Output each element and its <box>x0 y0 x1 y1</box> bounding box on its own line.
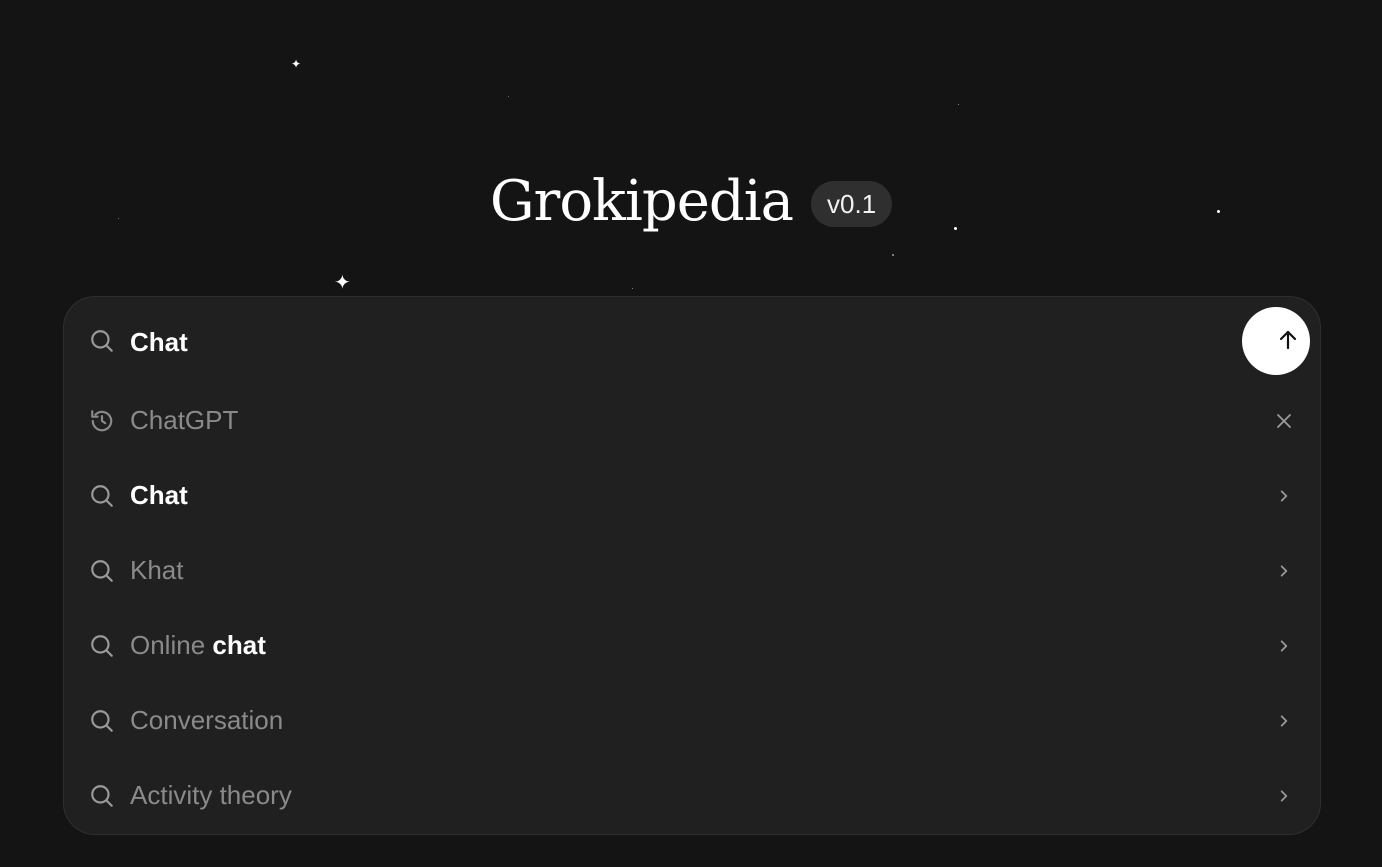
search-icon <box>88 327 116 355</box>
sparkle-icon: ✦ <box>334 270 351 294</box>
search-icon <box>88 632 116 660</box>
suggestion-item[interactable]: Conversation <box>64 683 1320 758</box>
search-icon <box>88 707 116 735</box>
chevron-right-icon <box>1272 559 1296 583</box>
suggestion-label: Online chat <box>130 630 266 660</box>
suggestion-label: Khat <box>130 555 184 585</box>
suggestion-label: ChatGPT <box>130 405 239 435</box>
chevron-right-icon <box>1272 634 1296 658</box>
suggestion-item[interactable]: Khat <box>64 533 1320 608</box>
star-dot <box>508 96 509 97</box>
header: Grokipedia v0.1 <box>0 166 1382 238</box>
submit-button[interactable] <box>1242 307 1310 375</box>
suggestion-label: Activity theory <box>130 780 292 810</box>
search-icon <box>88 782 116 810</box>
suggestion-list: ChatGPT Chat Khat Online chat Conversati… <box>64 383 1320 833</box>
suggestion-item-history[interactable]: ChatGPT <box>64 383 1320 458</box>
page: ✦ ✦ Grokipedia v0.1 Chat ChatGPT Chat Kh… <box>0 0 1382 867</box>
search-icon <box>88 482 116 510</box>
suggestion-item[interactable]: Online chat <box>64 608 1320 683</box>
search-input[interactable] <box>130 326 1320 358</box>
suggestion-label: Chat <box>130 480 188 510</box>
suggestion-item[interactable]: Activity theory <box>64 758 1320 833</box>
search-icon <box>88 557 116 585</box>
arrow-up-icon <box>1274 326 1302 354</box>
chevron-right-icon <box>1272 484 1296 508</box>
version-badge: v0.1 <box>811 181 893 227</box>
chevron-right-icon <box>1272 784 1296 808</box>
suggestion-label: Conversation <box>130 705 284 735</box>
chevron-right-icon <box>1272 709 1296 733</box>
suggestion-item[interactable]: Chat <box>64 458 1320 533</box>
star-dot <box>958 104 959 105</box>
star-dot <box>632 288 633 289</box>
history-icon <box>88 407 116 435</box>
sparkle-icon: ✦ <box>291 57 302 71</box>
close-icon[interactable] <box>1272 409 1296 433</box>
app-title: Grokipedia <box>489 169 794 234</box>
search-panel: ChatGPT Chat Khat <box>63 296 1321 835</box>
star-dot <box>892 254 894 256</box>
search-bar <box>64 297 1320 387</box>
